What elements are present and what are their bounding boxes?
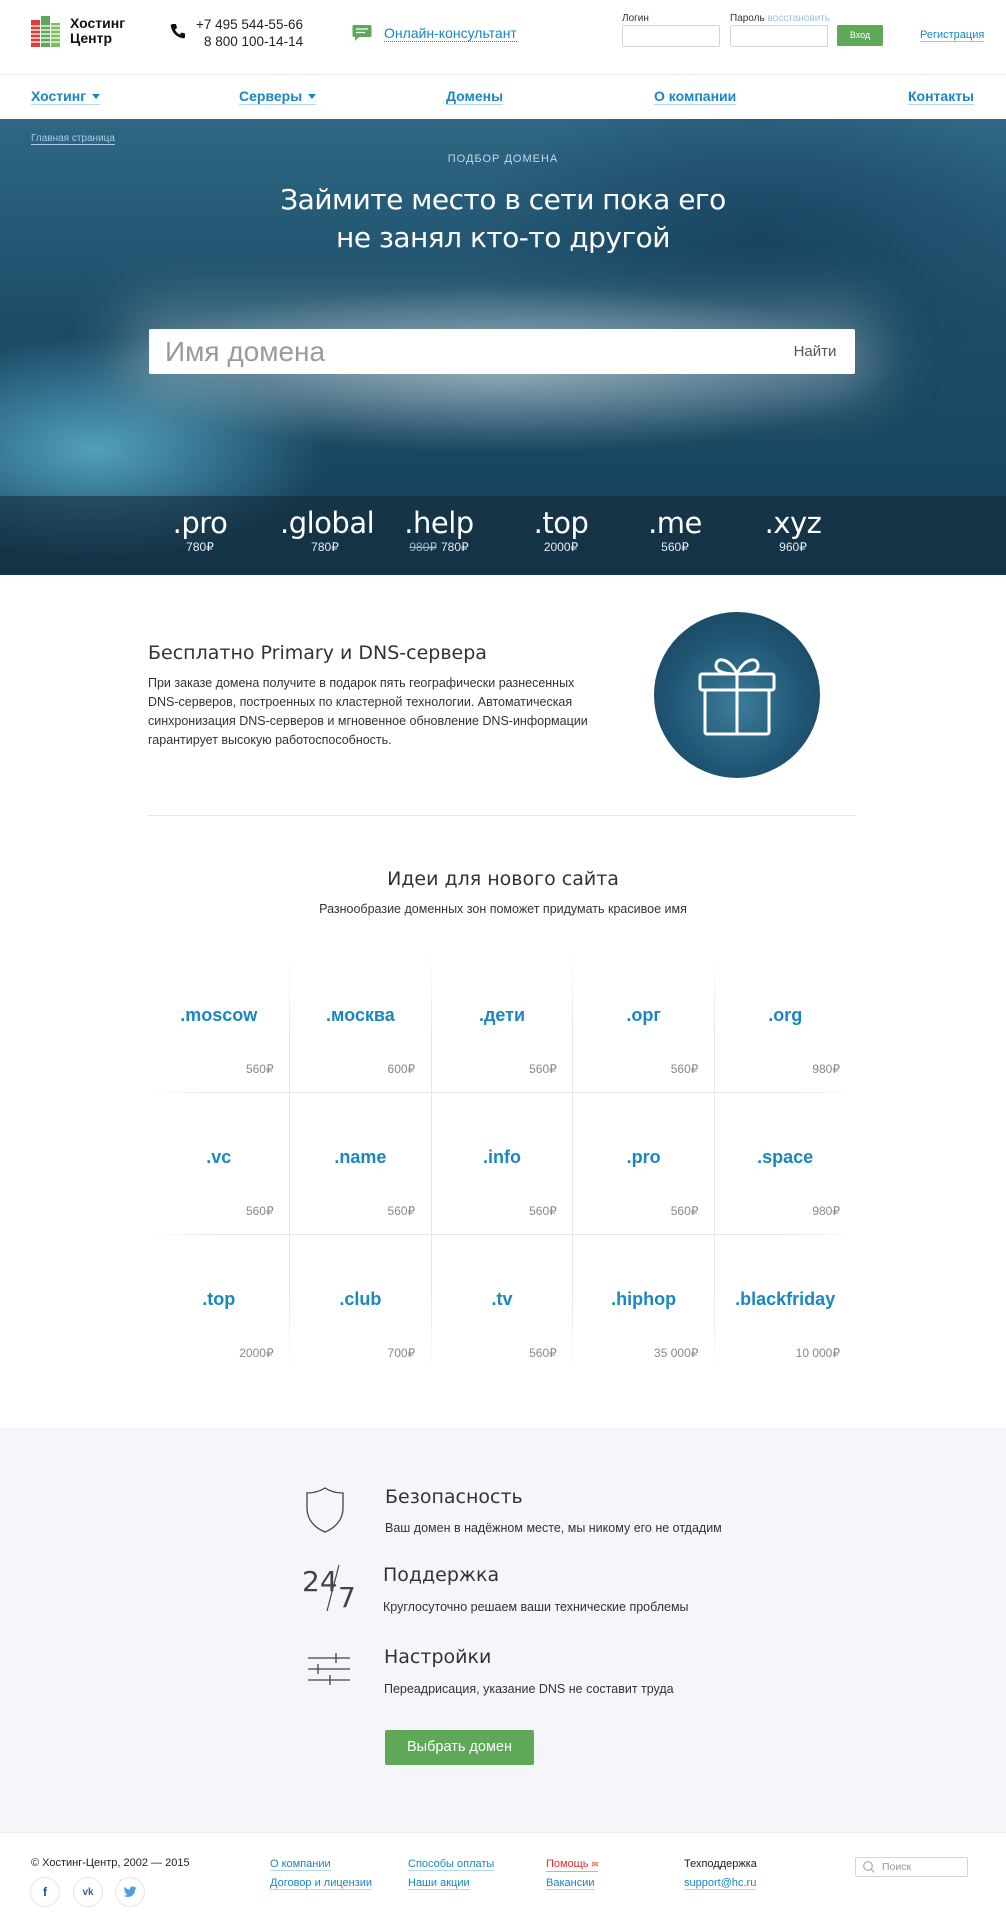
benefit-title-security: Безопасность — [385, 1486, 523, 1508]
footer-link-about[interactable]: О компании — [270, 1858, 331, 1871]
ideas-subtitle: Разнообразие доменных зон поможет придум… — [319, 902, 687, 916]
caret-down-icon — [308, 93, 317, 99]
main-nav: Хостинг Серверы Домены О компании Контак… — [0, 74, 1006, 119]
domain-card[interactable]: .club 700₽ — [290, 1234, 432, 1376]
benefits-section: Безопасность Ваш домен в надёжном месте,… — [0, 1428, 1006, 1832]
featured-zones-bar: .pro 780₽ .global 780₽ .help 980₽ 780₽ .t… — [0, 496, 1006, 575]
benefit-text-support: Круглосуточно решаем ваши технические пр… — [383, 1600, 689, 1614]
domain-card[interactable]: .blackfriday 10 000₽ — [714, 1234, 856, 1376]
nav-item-domains[interactable]: Домены — [446, 88, 504, 105]
gift-icon — [698, 658, 776, 736]
domain-card[interactable]: .info 560₽ — [431, 1092, 573, 1234]
logo[interactable]: Хостинг Центр — [30, 14, 125, 48]
benefit-text-settings: Переадрисация, указание DNS не составит … — [384, 1682, 674, 1696]
nav-item-hosting[interactable]: Хостинг — [31, 88, 101, 105]
domain-card[interactable]: .hiphop 35 000₽ — [573, 1234, 715, 1376]
support-label: Техподдержка — [684, 1858, 757, 1870]
featured-zone[interactable]: .xyz 960₽ — [763, 506, 823, 554]
old-price: 980₽ — [409, 540, 437, 554]
domain-ideas-grid: .moscow 560₽ .москва 600₽ .дети 560₽ .орг 56… — [148, 950, 856, 1376]
domain-card[interactable]: .top 2000₽ — [148, 1234, 290, 1376]
domain-search-input[interactable] — [149, 329, 775, 374]
footer-link-payment[interactable]: Способы оплаты — [408, 1858, 495, 1871]
caret-down-icon — [92, 93, 101, 99]
login-label: Логин — [622, 13, 649, 24]
domain-search-button[interactable]: Найти — [775, 343, 855, 360]
benefit-text-security: Ваш домен в надёжном месте, мы никому ег… — [385, 1521, 722, 1535]
online-consultant[interactable]: Онлайн-консультант — [352, 24, 517, 42]
online-consultant-link[interactable]: Онлайн-консультант — [384, 25, 517, 42]
chat-bubble-icon — [352, 25, 372, 41]
hero-section: Главная страница ПОДБОР ДОМЕНА Займите м… — [0, 119, 1006, 575]
logo-text-line2: Центр — [70, 30, 113, 46]
footer-search — [855, 1857, 968, 1877]
footer-link-contracts[interactable]: Договор и лицензии — [270, 1877, 373, 1890]
footer-link-jobs[interactable]: Вакансии — [546, 1877, 595, 1890]
domain-search-box: Найти — [149, 329, 855, 374]
ideas-title: Идеи для нового сайта — [387, 868, 619, 890]
footer-search-input[interactable] — [882, 1861, 962, 1873]
login-input[interactable] — [622, 25, 720, 47]
shield-icon — [306, 1487, 344, 1533]
domain-card[interactable]: .москва 600₽ — [290, 950, 432, 1092]
nav-item-about[interactable]: О компании — [654, 88, 737, 105]
support-email-link[interactable]: support@hc.ru — [684, 1877, 757, 1890]
footer: © Хостинг-Центр, 2002 — 2015 f vk О комп… — [0, 1832, 1006, 1920]
domain-card[interactable]: .moscow 560₽ — [148, 950, 290, 1092]
restore-password-link[interactable]: восстановить — [767, 13, 830, 24]
vk-icon[interactable]: vk — [73, 1877, 103, 1907]
twitter-icon[interactable] — [115, 1877, 145, 1907]
domain-card[interactable]: .org 980₽ — [714, 950, 856, 1092]
breadcrumb-home[interactable]: Главная страница — [31, 133, 115, 145]
24-7-icon: 24 7 — [302, 1564, 356, 1614]
password-input[interactable] — [730, 25, 828, 47]
nav-item-contacts[interactable]: Контакты — [908, 88, 975, 105]
feature-title: Бесплатно Primary и DNS-сервера — [148, 642, 487, 664]
domain-card[interactable]: .орг 560₽ — [573, 950, 715, 1092]
phone-block: +7 495 544-55-66 8 800 100-14-14 — [170, 16, 303, 50]
featured-zone[interactable]: .me 560₽ — [645, 506, 705, 554]
register-link[interactable]: Регистрация — [920, 29, 985, 42]
twitter-bird-icon — [123, 1886, 137, 1897]
featured-zone[interactable]: .global 780₽ — [280, 506, 375, 554]
featured-zone[interactable]: .pro 780₽ — [168, 506, 232, 554]
nav-item-servers[interactable]: Серверы — [239, 88, 317, 105]
featured-zone[interactable]: .help 980₽ 780₽ — [400, 506, 478, 554]
logo-building-icon — [30, 14, 64, 48]
phone-number-2[interactable]: 8 800 100-14-14 — [196, 33, 303, 50]
help-chat-icon: ✉ — [591, 1860, 599, 1869]
benefit-title-settings: Настройки — [384, 1646, 492, 1668]
domain-card[interactable]: .vc 560₽ — [148, 1092, 290, 1234]
search-icon — [863, 1861, 875, 1873]
section-divider — [148, 815, 856, 816]
copyright: © Хостинг-Центр, 2002 — 2015 — [31, 1857, 190, 1869]
phone-icon — [170, 24, 185, 39]
sliders-icon — [308, 1653, 350, 1685]
logo-text-line1: Хостинг — [70, 15, 126, 31]
header: Хостинг Центр +7 495 544-55-66 8 800 100… — [0, 0, 1006, 74]
gift-badge — [654, 612, 820, 778]
domain-card[interactable]: .pro 560₽ — [573, 1092, 715, 1234]
choose-domain-button[interactable]: Выбрать домен — [385, 1730, 534, 1765]
hero-eyebrow: ПОДБОР ДОМЕНА — [447, 153, 559, 165]
facebook-icon[interactable]: f — [30, 1877, 60, 1907]
domain-card[interactable]: .space 980₽ — [714, 1092, 856, 1234]
password-label: Пароль — [730, 13, 765, 24]
domain-card[interactable]: .tv 560₽ — [431, 1234, 573, 1376]
feature-text: При заказе домена получите в подарок пят… — [148, 676, 588, 747]
hero-title: Займите место в сети пока его не занял к… — [280, 183, 726, 254]
login-button[interactable]: Вход — [837, 25, 883, 46]
featured-zone[interactable]: .top 2000₽ — [530, 506, 592, 554]
domain-card[interactable]: .дети 560₽ — [431, 950, 573, 1092]
footer-link-help[interactable]: Помощь ✉ — [546, 1858, 599, 1872]
password-label-row: Пароль восстановить — [730, 13, 830, 24]
footer-link-promo[interactable]: Наши акции — [408, 1877, 470, 1890]
domain-card[interactable]: .name 560₽ — [290, 1092, 432, 1234]
phone-number-1[interactable]: +7 495 544-55-66 — [196, 16, 303, 33]
benefit-title-support: Поддержка — [383, 1564, 500, 1586]
